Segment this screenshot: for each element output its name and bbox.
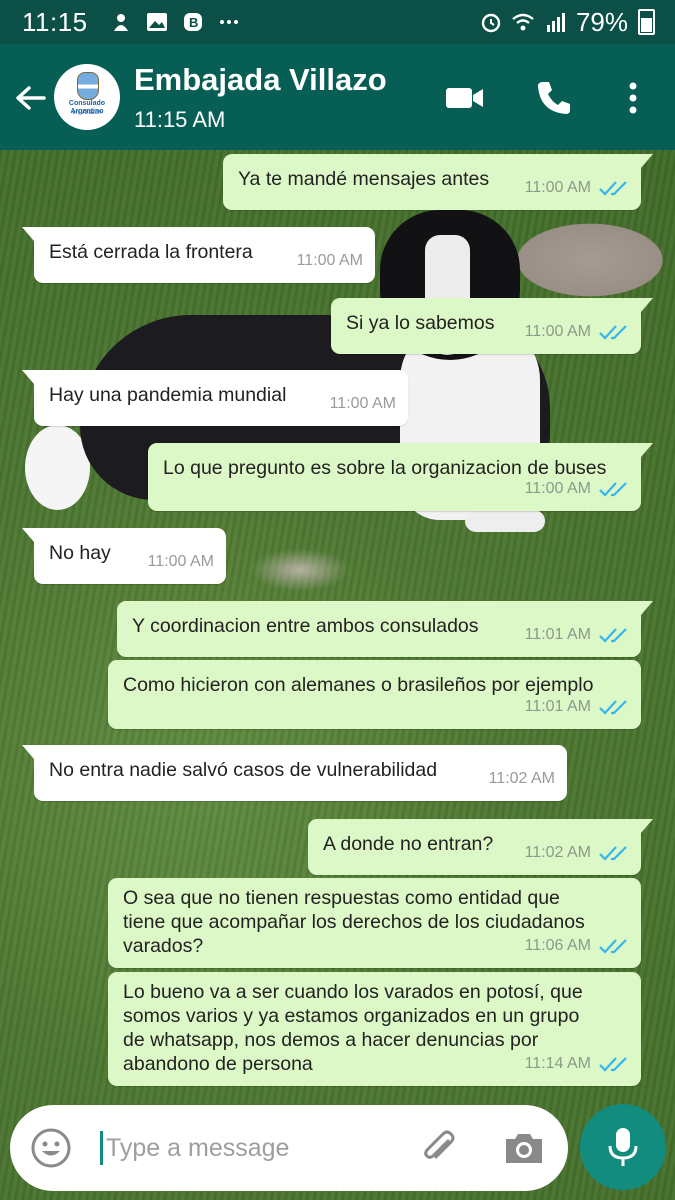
double-check-icon [599, 482, 627, 497]
avatar[interactable]: Consulado Argentino en Villazón [54, 64, 120, 130]
message-text: No entra nadie salvó casos de vulnerabil… [49, 759, 438, 781]
emoji-icon[interactable] [30, 1127, 72, 1169]
message-meta: 11:00 AM [525, 477, 629, 501]
status-bar: 11:15 B 79% [0, 0, 675, 44]
message-time: 11:00 AM [524, 179, 591, 196]
message-meta: 11:02 AM [489, 767, 555, 791]
message-text: Ya te mandé mensajes antes [238, 168, 490, 190]
message-bubble-outgoing[interactable]: Como hicieron con alemanes o brasileños … [108, 660, 641, 729]
message-meta: 11:14 AM [525, 1052, 629, 1076]
message-meta: 11:00 AM [148, 550, 214, 574]
message-text: Está cerrada la frontera [49, 241, 253, 263]
avatar-line2: en Villazón [72, 110, 102, 116]
chat-header: Consulado Argentino en Villazón Embajada… [0, 44, 675, 150]
alarm-icon [481, 13, 501, 33]
message-bubble-incoming[interactable]: Hay una pandemia mundial 11:00 AM [22, 370, 408, 426]
battery-percent: 79% [575, 6, 628, 37]
notification-icons: B [110, 11, 240, 33]
message-text: Si ya lo sabemos [346, 312, 495, 334]
microphone-button[interactable] [580, 1104, 666, 1190]
message-text: Lo bueno va a ser cuando los varados en … [123, 981, 583, 1075]
contact-last-seen: 11:15 AM [134, 107, 226, 132]
message-text: No hay [49, 542, 111, 564]
message-bubble-incoming[interactable]: No hay 11:00 AM [22, 528, 226, 584]
arrow-left-icon[interactable] [12, 80, 48, 116]
message-bubble-outgoing[interactable]: A donde no entran? 11:02 AM [308, 819, 653, 875]
wifi-icon [512, 13, 534, 31]
message-compose-bar [10, 1105, 568, 1191]
wallpaper-dog-paw [465, 510, 545, 532]
message-text: O sea que no tienen respuestas como enti… [123, 887, 585, 957]
message-input[interactable] [104, 1127, 408, 1169]
phone-icon[interactable] [534, 78, 574, 118]
svg-text:B: B [189, 15, 198, 30]
message-bubble-outgoing[interactable]: Lo bueno va a ser cuando los varados en … [108, 972, 641, 1086]
message-bubble-incoming[interactable]: No entra nadie salvó casos de vulnerabil… [22, 745, 567, 801]
message-time: 11:14 AM [524, 1055, 591, 1072]
video-camera-icon[interactable] [444, 78, 486, 118]
message-meta: 11:00 AM [525, 176, 629, 200]
message-time: 11:02 AM [524, 844, 591, 861]
contact-name[interactable]: Embajada Villazo [134, 62, 387, 98]
signal-icon [546, 13, 565, 32]
image-icon [146, 13, 167, 31]
message-time: 11:00 AM [296, 252, 363, 269]
message-time: 11:00 AM [524, 480, 591, 497]
message-bubble-outgoing[interactable]: Lo que pregunto es sobre la organizacion… [148, 443, 653, 511]
paperclip-icon[interactable] [418, 1127, 460, 1169]
message-text: A donde no entran? [323, 833, 494, 855]
camera-icon[interactable] [502, 1127, 546, 1169]
battery-icon [638, 9, 655, 35]
double-check-icon [599, 181, 627, 196]
message-meta: 11:01 AM [525, 695, 629, 719]
more-vertical-icon[interactable] [620, 78, 646, 118]
message-time: 11:00 AM [329, 395, 396, 412]
message-bubble-outgoing[interactable]: Si ya lo sabemos 11:00 AM [331, 298, 653, 354]
message-meta: 11:00 AM [297, 249, 363, 273]
message-time: 11:00 AM [147, 553, 214, 570]
message-time: 11:00 AM [524, 323, 591, 340]
notification-app-icon [113, 14, 128, 31]
message-meta: 11:00 AM [330, 392, 396, 416]
message-text: Como hicieron con alemanes o brasileños … [123, 674, 594, 696]
message-time: 11:06 AM [524, 937, 591, 954]
double-check-icon [599, 700, 627, 715]
system-status: 79% [480, 7, 655, 38]
status-time: 11:15 [22, 6, 88, 37]
double-check-icon [599, 1057, 627, 1072]
double-check-icon [599, 628, 627, 643]
consulate-seal-icon [77, 72, 99, 100]
message-meta: 11:00 AM [525, 320, 629, 344]
text-cursor [100, 1131, 103, 1165]
more-notifications-icon [219, 20, 238, 24]
message-meta: 11:01 AM [525, 623, 629, 647]
message-time: 11:01 AM [524, 698, 591, 715]
bixby-icon: B [183, 13, 202, 31]
message-meta: 11:06 AM [525, 934, 629, 958]
message-time: 11:02 AM [488, 770, 555, 787]
message-text: Hay una pandemia mundial [49, 384, 287, 406]
message-bubble-outgoing[interactable]: Y coordinacion entre ambos consulados 11… [117, 601, 653, 657]
double-check-icon [599, 846, 627, 861]
microphone-icon [608, 1128, 638, 1166]
double-check-icon [599, 325, 627, 340]
message-time: 11:01 AM [524, 626, 591, 643]
message-text: Y coordinacion entre ambos consulados [132, 615, 479, 637]
message-bubble-outgoing[interactable]: Ya te mandé mensajes antes 11:00 AM [223, 154, 653, 210]
message-bubble-incoming[interactable]: Está cerrada la frontera 11:00 AM [22, 227, 375, 283]
double-check-icon [599, 939, 627, 954]
message-bubble-outgoing[interactable]: O sea que no tienen respuestas como enti… [108, 878, 641, 968]
message-meta: 11:02 AM [525, 841, 629, 865]
